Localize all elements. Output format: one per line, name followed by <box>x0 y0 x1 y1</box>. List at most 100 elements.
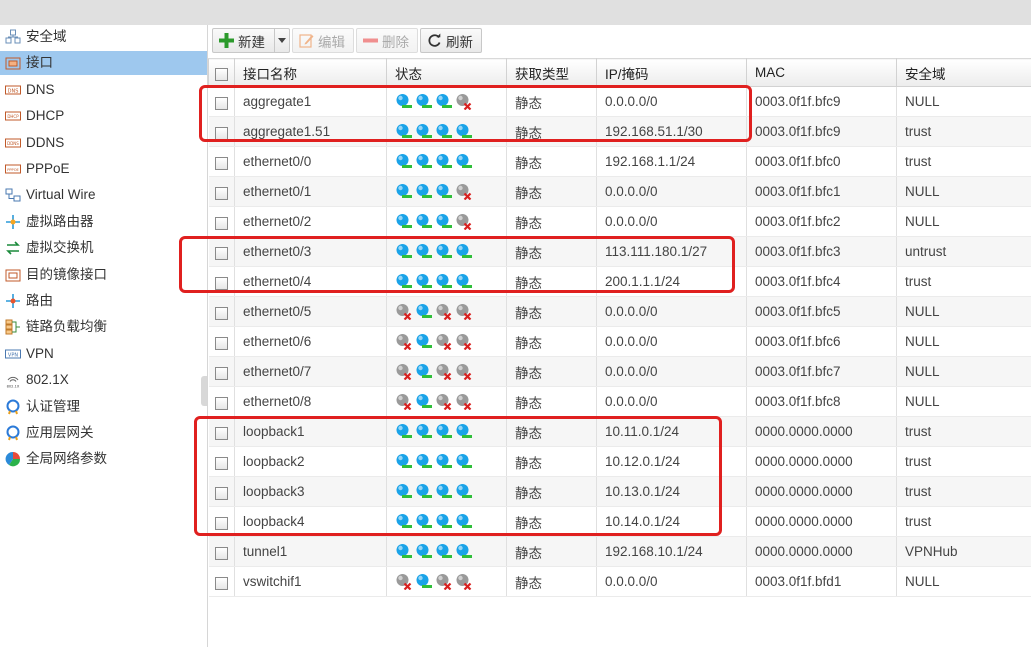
checkbox[interactable] <box>214 96 228 110</box>
column-header-name[interactable]: 接口名称 <box>234 58 387 87</box>
table-row[interactable]: ethernet0/4 静态 200.1.1.1/24 0003.0f1f.bfc4 t… <box>208 266 1031 297</box>
sidebar-item[interactable]: 目的镜像接口 <box>0 263 207 287</box>
row-checkbox[interactable] <box>208 566 235 597</box>
row-checkbox[interactable] <box>208 536 235 567</box>
interface-name-cell: ethernet0/2 <box>234 206 387 237</box>
sidebar-item[interactable]: 路由 <box>0 289 207 313</box>
sidebar-item[interactable]: 链路负载均衡 <box>0 315 207 339</box>
checkbox[interactable] <box>214 396 228 410</box>
column-header-zone[interactable]: 安全域 <box>896 58 1031 87</box>
sidebar-item[interactable]: DHCP DHCP <box>0 104 207 128</box>
checkbox[interactable] <box>214 456 228 470</box>
interface-name-cell: loopback2 <box>234 446 387 477</box>
ip-cell: 0.0.0.0/0 <box>596 326 747 357</box>
sidebar-item[interactable]: DNS DNS <box>0 78 207 102</box>
mac-cell: 0003.0f1f.bfc4 <box>746 266 897 297</box>
sidebar-item[interactable]: 应用层网关 <box>0 421 207 445</box>
select-all-checkbox[interactable] <box>208 58 235 87</box>
row-checkbox[interactable] <box>208 416 235 447</box>
status-up-icon <box>395 213 412 230</box>
checkbox[interactable] <box>214 576 228 590</box>
table-row[interactable]: loopback3 静态 10.13.0.1/24 0000.0000.0000 tru… <box>208 476 1031 507</box>
edit-button[interactable]: 编辑 <box>292 28 354 53</box>
zone-cell: NULL <box>896 356 1031 387</box>
status-up-icon <box>455 153 472 170</box>
checkbox[interactable] <box>214 156 228 170</box>
checkbox[interactable] <box>214 306 228 320</box>
table-row[interactable]: ethernet0/3 静态 113.111.180.1/27 0003.0f1f.b… <box>208 236 1031 267</box>
sidebar-item[interactable]: PPPOE PPPoE <box>0 157 207 181</box>
checkbox[interactable] <box>214 336 228 350</box>
row-checkbox[interactable] <box>208 266 235 297</box>
sidebar-item[interactable]: VPN VPN <box>0 342 207 366</box>
sidebar-item[interactable]: 接口 <box>0 51 207 76</box>
table-row[interactable]: ethernet0/2 静态 0.0.0.0/0 0003.0f1f.bfc2 NULL <box>208 206 1031 237</box>
sidebar-item[interactable]: 认证管理 <box>0 395 207 419</box>
status-cell <box>386 86 507 117</box>
column-header-status[interactable]: 状态 <box>386 58 507 87</box>
sidebar-item[interactable]: 全局网络参数 <box>0 447 207 471</box>
row-checkbox[interactable] <box>208 506 235 537</box>
row-checkbox[interactable] <box>208 326 235 357</box>
table-row[interactable]: tunnel1 静态 192.168.10.1/24 0000.0000.0000 VP… <box>208 536 1031 567</box>
checkbox[interactable] <box>214 486 228 500</box>
sidebar-item[interactable]: 虚拟路由器 <box>0 210 207 234</box>
status-cell <box>386 356 507 387</box>
table-row[interactable]: loopback4 静态 10.14.0.1/24 0000.0000.0000 tru… <box>208 506 1031 537</box>
table-row[interactable]: loopback2 静态 10.12.0.1/24 0000.0000.0000 tru… <box>208 446 1031 477</box>
chevron-down-icon[interactable] <box>274 29 289 52</box>
table-row[interactable]: ethernet0/7 静态 0.0.0.0/0 0003.0f1f.bfc7 NULL <box>208 356 1031 387</box>
status-cell <box>386 536 507 567</box>
row-checkbox[interactable] <box>208 356 235 387</box>
table-row[interactable]: ethernet0/8 静态 0.0.0.0/0 0003.0f1f.bfc8 NULL <box>208 386 1031 417</box>
status-down-icon <box>455 393 472 410</box>
row-checkbox[interactable] <box>208 86 235 117</box>
checkbox[interactable] <box>214 126 228 140</box>
delete-button[interactable]: 删除 <box>356 28 418 53</box>
row-checkbox[interactable] <box>208 386 235 417</box>
table-row[interactable]: ethernet0/6 静态 0.0.0.0/0 0003.0f1f.bfc6 NULL <box>208 326 1031 357</box>
checkbox[interactable] <box>214 426 228 440</box>
checkbox[interactable] <box>214 246 228 260</box>
refresh-button[interactable]: 刷新 <box>420 28 482 53</box>
row-checkbox[interactable] <box>208 176 235 207</box>
column-header-mac[interactable]: MAC <box>746 58 897 87</box>
status-up-icon <box>435 123 452 140</box>
row-checkbox[interactable] <box>208 296 235 327</box>
sidebar-item[interactable]: 安全域 <box>0 25 207 49</box>
checkbox[interactable] <box>214 546 228 560</box>
checkbox[interactable] <box>214 276 228 290</box>
new-button[interactable]: 新建 <box>212 28 290 53</box>
sidebar-collapse-handle[interactable] <box>201 376 207 406</box>
checkbox[interactable] <box>214 186 228 200</box>
table-row[interactable]: ethernet0/5 静态 0.0.0.0/0 0003.0f1f.bfc5 NULL <box>208 296 1031 327</box>
sidebar-item[interactable]: 802.1X 802.1X <box>0 368 207 392</box>
row-checkbox[interactable] <box>208 206 235 237</box>
column-header-type[interactable]: 获取类型 <box>506 58 597 87</box>
checkbox[interactable] <box>215 67 228 81</box>
table-row[interactable]: ethernet0/0 静态 192.168.1.1/24 0003.0f1f.bfc… <box>208 146 1031 177</box>
table-row[interactable]: vswitchif1 静态 0.0.0.0/0 0003.0f1f.bfd1 NULL <box>208 566 1031 597</box>
checkbox[interactable] <box>214 516 228 530</box>
sidebar-item[interactable]: DDNS DDNS <box>0 131 207 155</box>
svg-text:VPN: VPN <box>8 352 18 358</box>
row-checkbox[interactable] <box>208 116 235 147</box>
status-up-icon <box>415 573 432 590</box>
row-checkbox[interactable] <box>208 236 235 267</box>
table-row[interactable]: loopback1 静态 10.11.0.1/24 0000.0000.0000 tru… <box>208 416 1031 447</box>
table-row[interactable]: aggregate1 静态 0.0.0.0/0 0003.0f1f.bfc9 NULL <box>208 86 1031 117</box>
row-checkbox[interactable] <box>208 446 235 477</box>
checkbox[interactable] <box>214 366 228 380</box>
table-row[interactable]: aggregate1.51 静态 192.168.51.1/30 0003.0f1f.… <box>208 116 1031 147</box>
sidebar-item[interactable]: 虚拟交换机 <box>0 236 207 260</box>
row-checkbox[interactable] <box>208 476 235 507</box>
status-down-icon <box>395 393 412 410</box>
sidebar-item[interactable]: Virtual Wire <box>0 183 207 207</box>
sidebar-item-label: 认证管理 <box>26 398 80 414</box>
column-header-ip[interactable]: IP/掩码 <box>596 58 747 87</box>
sidebar-item-label: VPN <box>26 345 54 361</box>
table-row[interactable]: ethernet0/1 静态 0.0.0.0/0 0003.0f1f.bfc1 NULL <box>208 176 1031 207</box>
checkbox[interactable] <box>214 216 228 230</box>
row-checkbox[interactable] <box>208 146 235 177</box>
sidebar-item-label: DHCP <box>26 108 65 124</box>
